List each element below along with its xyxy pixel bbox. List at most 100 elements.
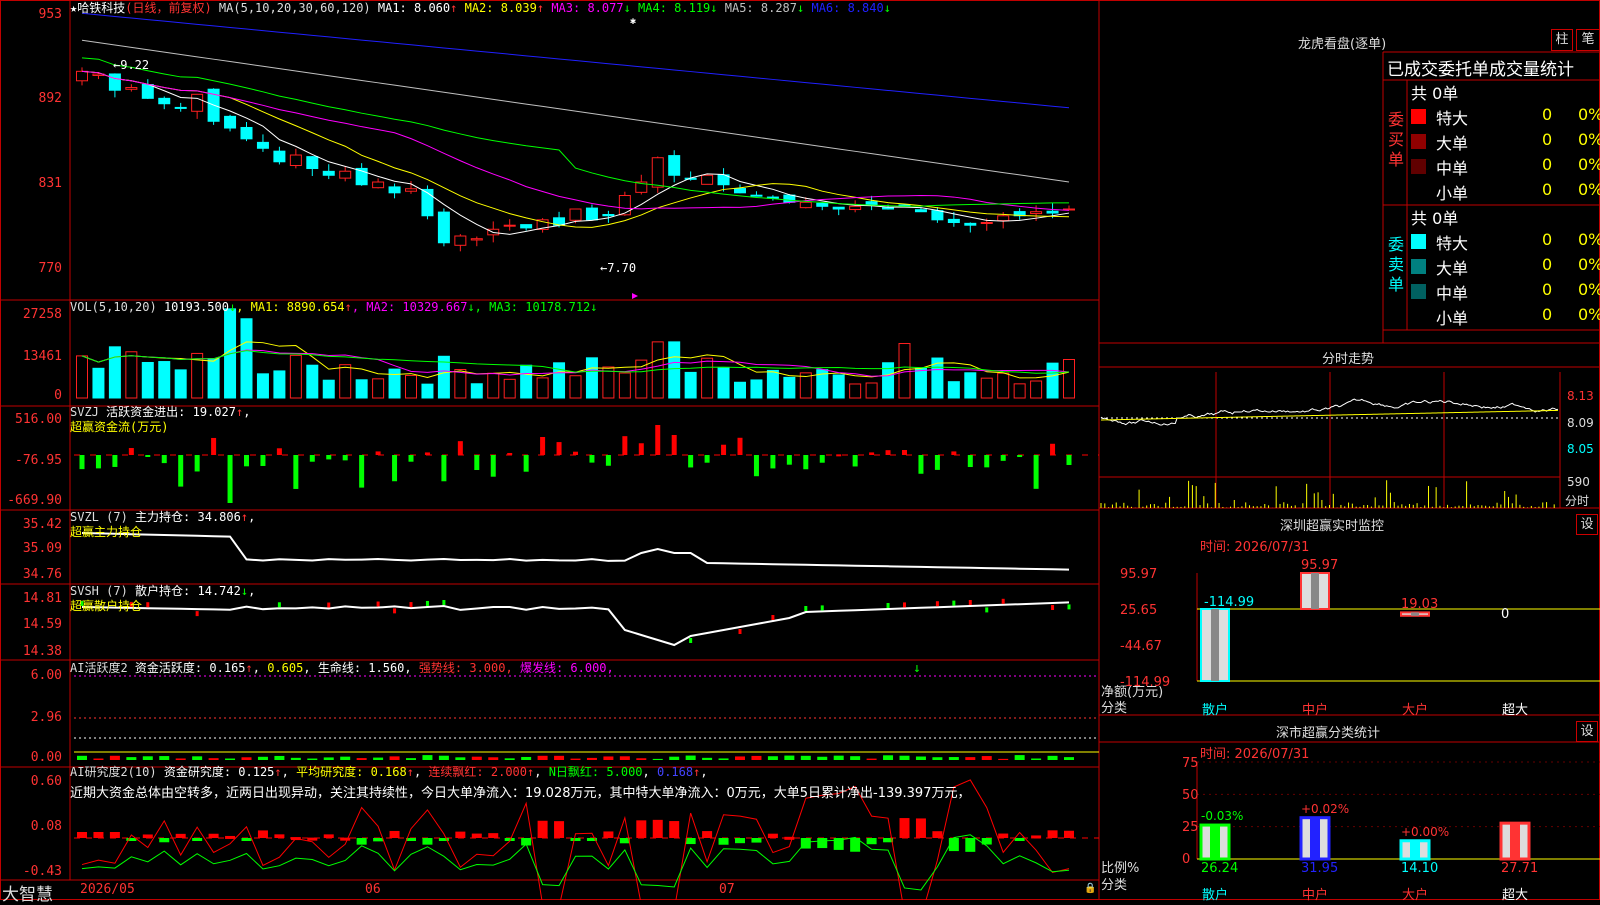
volume-bar [585,357,598,399]
candle-body [273,150,286,163]
sz-monitor-settings-button[interactable]: 设 [1576,514,1598,535]
retail-tick [442,600,446,606]
flow-bar [688,455,694,468]
class-category-label: 散户 [1202,888,1229,903]
activity-bar [767,756,778,760]
candle-body [602,214,615,217]
ai1-y-label: 0.00 [30,750,62,765]
retail-tick [820,605,824,611]
svsh-y-label: 14.59 [22,617,62,632]
svsh-value: 14.742 [197,584,241,598]
volume-bar [487,372,500,399]
x-axis-label: 06 [365,882,381,897]
kline-y-label: 953 [38,7,62,22]
ma-line [81,12,1070,109]
volume-bar [832,374,845,399]
ma-value: 8.287 [753,1,798,15]
svzl-y-label: 34.76 [22,567,62,582]
tick-mode-button[interactable]: 笔 [1576,29,1600,51]
research-bar [109,832,120,838]
ai1-life: 1.560 [368,661,405,675]
cursor-marker [632,293,638,299]
candle-body [882,206,895,210]
order-pct: 0% [1578,255,1600,274]
vol-ma-label: , MA3: [474,300,519,314]
lock-icon[interactable]: 🔒 [1084,883,1096,894]
ma-values: MA1: 8.060↑ MA2: 8.039↑ MA3: 8.077↓ MA4:… [378,1,891,15]
candle-body [372,181,385,189]
activity-bar [159,756,170,760]
ai2-header: AI研究度2(10) 资金研究度: 0.125↑, 平均研究度: 0.168↑,… [70,765,708,779]
order-pct: 0% [1578,305,1600,324]
candle-body [454,235,467,246]
ai1-title: AI活跃度2 [70,661,128,675]
flow-bar [276,448,282,455]
flow-bar [934,455,940,470]
activity-bar [356,758,367,760]
activity-bar [323,757,334,760]
activity-bar [718,758,729,760]
activity-bar [702,757,713,760]
flow-bar [112,455,118,467]
order-pct: 0% [1578,230,1600,249]
ai1-burst-label: 爆发线: [519,661,564,675]
volume-bar [569,375,582,399]
research-bar [718,838,729,845]
flow-bar [309,455,315,462]
svzj-y-label: 516.00 [15,412,62,427]
volume-bar [914,367,927,399]
vol-ma-arrow: ↓ [590,300,598,314]
order-type: 特大 [1436,109,1469,128]
activity-bar [850,756,861,760]
research-bar [570,838,581,841]
research-bar [323,834,334,838]
class-value-label: 14.10 [1401,861,1439,876]
stock-name[interactable]: ★哈铁科技 [70,1,125,15]
kline-mode[interactable]: (日线，前复权) [125,1,211,15]
sz-monitor-y-label: -44.67 [1120,639,1162,654]
research-bar [307,837,318,841]
volume-bar [125,351,138,399]
vol-y-label: 27258 [22,307,62,322]
svsh-y-label: 14.38 [22,644,62,659]
vol-ma-arrow: ↓ [467,300,475,314]
class-change-label: -0.03% [1201,809,1244,824]
flow-bar [227,455,233,503]
flow-bar [375,451,381,455]
activity-bar [932,757,943,760]
candle-body [76,70,88,82]
flow-bar [178,455,184,487]
ma-label: MA2: [457,1,494,15]
activity-bar [241,757,252,760]
sz-class-settings-button[interactable]: 设 [1576,721,1598,742]
brand-logo[interactable]: 大智慧 [2,880,53,905]
research-bar [1047,830,1058,838]
activity-bar [800,755,811,760]
flow-bar [918,455,924,474]
ma-label: MA4: [630,1,667,15]
activity-bar [340,756,351,760]
column-mode-button[interactable]: 柱 [1551,29,1573,51]
order-type: 小单 [1436,309,1469,328]
candle-body [799,201,812,209]
retail-tick [952,600,956,606]
volume-bar [668,341,681,399]
research-bar [915,818,926,838]
candle-body [1046,210,1059,214]
order-color-swatch [1411,134,1426,149]
vol-y-label: 0 [54,388,62,403]
candle-body [388,186,401,194]
sz-class-xlabel: 分类 [1101,878,1128,893]
flow-bar [540,437,546,455]
research-bar [1031,835,1042,839]
research-bar [554,821,565,838]
flow-bar [424,452,430,455]
order-type: 特大 [1436,234,1469,253]
flow-bar [523,455,529,472]
sz-class-time: 时间: 2026/07/31 [1200,747,1310,762]
activity-bar [422,755,433,760]
volume-bar [701,357,714,399]
volume-bar [207,358,220,399]
svzj-y-label: -76.95 [15,453,62,468]
volume-bar [421,383,434,399]
